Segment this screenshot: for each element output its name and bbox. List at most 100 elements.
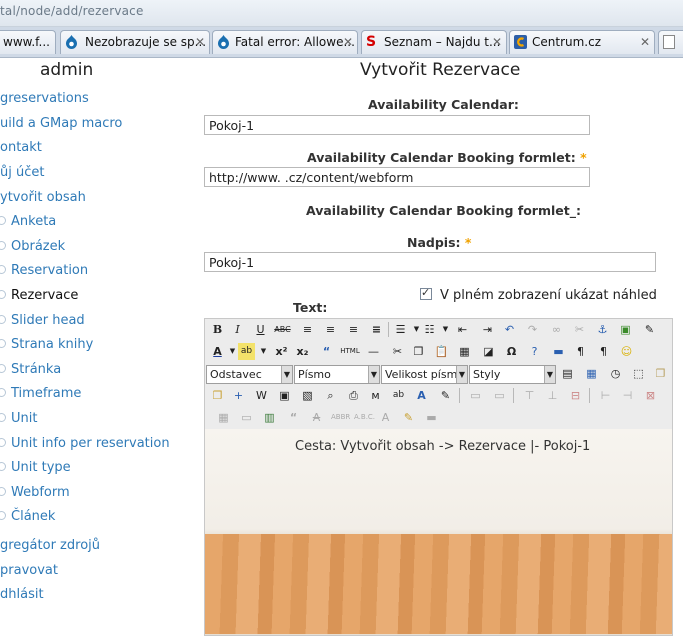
html-icon[interactable]: HTML — [339, 343, 361, 360]
attributes-icon[interactable]: A — [377, 409, 394, 426]
col-before-icon[interactable]: ⊢ — [597, 387, 614, 404]
media-icon[interactable]: ▥ — [261, 409, 278, 426]
numbered-list-icon[interactable]: ☷ — [421, 321, 438, 338]
format-select[interactable]: Odstavec ▼ — [206, 365, 293, 384]
clock-icon[interactable]: ◷ — [607, 365, 624, 382]
paste-text-icon[interactable]: ❐ — [209, 387, 226, 404]
paste-icon[interactable]: 📋 — [433, 343, 450, 360]
layer-icon[interactable]: ▭ — [467, 387, 484, 404]
document-icon[interactable]: ▤ — [559, 365, 576, 382]
address-bar[interactable]: tal/node/add/rezervace — [0, 0, 683, 27]
sidebar-item-odhlasit[interactable]: dhlásit — [0, 587, 44, 602]
align-left-icon[interactable]: ≡ — [299, 321, 316, 338]
availability-calendar-input[interactable]: Pokoj-1 — [204, 115, 590, 135]
redo-icon[interactable]: ↷ — [524, 321, 541, 338]
sidebar-item-muj-ucet[interactable]: ůj účet — [0, 165, 44, 180]
delete-col-icon[interactable]: ⊠ — [642, 387, 659, 404]
sidebar-item-spravovat[interactable]: pravovat — [0, 563, 58, 578]
chevron-down-icon[interactable]: ▼ — [437, 321, 454, 338]
sidebar-item-reservations[interactable]: greservations — [0, 91, 89, 106]
find-icon[interactable]: ᴍ — [367, 387, 384, 404]
new-tab-button[interactable] — [658, 30, 683, 54]
cleanup-icon[interactable]: ✎ — [641, 321, 658, 338]
preview-checkbox[interactable] — [420, 286, 432, 300]
delete-icon[interactable]: A — [308, 409, 325, 426]
close-icon[interactable]: ✕ — [195, 35, 205, 49]
image-manager-icon[interactable]: ▧ — [299, 387, 316, 404]
underline-icon[interactable]: U — [252, 321, 269, 338]
undo-icon[interactable]: ↶ — [501, 321, 518, 338]
layer-move-icon[interactable]: ▭ — [491, 387, 508, 404]
nonbreaking-icon[interactable]: ▬ — [423, 409, 440, 426]
close-icon[interactable]: ✕ — [492, 35, 502, 49]
paste-word-icon[interactable]: W — [253, 387, 270, 404]
tab-2[interactable]: Nezobrazuje se sp... ✕ — [60, 30, 210, 54]
spacer-icon[interactable]: ▬ — [550, 343, 567, 360]
nadpis-input[interactable]: Pokoj-1 — [204, 252, 656, 272]
subscript-icon[interactable]: x₂ — [294, 343, 311, 360]
split-cell-icon[interactable]: ▦ — [215, 409, 232, 426]
col-after-icon[interactable]: ⊣ — [619, 387, 636, 404]
style-select[interactable]: Styly ▼ — [469, 365, 556, 384]
bold-icon[interactable]: B — [209, 321, 226, 338]
row-before-icon[interactable]: ⊤ — [521, 387, 538, 404]
address-url[interactable]: tal/node/add/rezervace — [0, 4, 144, 18]
font-size-select[interactable]: Velikost písma ▼ — [381, 365, 468, 384]
calendar-icon[interactable]: ▦ — [583, 365, 600, 382]
link-icon[interactable]: ∞ — [548, 321, 565, 338]
indent-icon[interactable]: ⇥ — [479, 321, 496, 338]
blockquote-icon[interactable]: “ — [318, 343, 335, 360]
edit-icon[interactable]: ✎ — [437, 387, 454, 404]
style-props-icon[interactable]: A — [413, 387, 430, 404]
eraser-icon[interactable]: ◪ — [480, 343, 497, 360]
font-select[interactable]: Písmo ▼ — [294, 365, 380, 384]
highlight-color-icon[interactable]: ab — [238, 343, 255, 360]
template-icon[interactable]: ❐ — [652, 365, 669, 382]
smiley-icon[interactable]: ☺ — [618, 343, 635, 360]
cut-icon[interactable]: ✂ — [389, 343, 406, 360]
table-icon[interactable]: ▦ — [456, 343, 473, 360]
tab-1[interactable]: www.f... — [0, 30, 56, 54]
sidebar-item-vytvorit-obsah[interactable]: ytvořit obsah — [0, 190, 86, 205]
chevron-down-icon[interactable]: ▼ — [255, 343, 272, 360]
strikethrough-icon[interactable]: ABC — [274, 321, 291, 338]
special-char-icon[interactable]: Ω — [503, 343, 520, 360]
abbr-icon[interactable]: ABBR — [331, 409, 350, 426]
anchor-icon[interactable]: ⚓ — [594, 321, 611, 338]
outdent-icon[interactable]: ⇤ — [454, 321, 471, 338]
help-icon[interactable]: ? — [526, 343, 543, 360]
copy-icon[interactable]: ❐ — [410, 343, 427, 360]
align-right-icon[interactable]: ≡ — [345, 321, 362, 338]
image-icon[interactable]: ▣ — [617, 321, 634, 338]
row-after-icon[interactable]: ⊥ — [544, 387, 561, 404]
italic-icon[interactable]: I — [229, 321, 246, 338]
rtl-icon[interactable]: ¶ — [595, 343, 612, 360]
unlink-icon[interactable]: ✂ — [571, 321, 588, 338]
bullet-list-icon[interactable]: ☰ — [392, 321, 409, 338]
sidebar-item-agregator[interactable]: gregátor zdrojů — [0, 538, 100, 553]
search-icon[interactable]: ⌕ — [322, 387, 339, 404]
tab-3[interactable]: Fatal error: Allowe... ✕ — [212, 30, 358, 54]
acronym-icon[interactable]: A.B.C. — [354, 409, 375, 426]
delete-row-icon[interactable]: ⊟ — [567, 387, 584, 404]
align-center-icon[interactable]: ≡ — [322, 321, 339, 338]
tab-4[interactable]: S Seznam – Najdu t... ✕ — [361, 30, 507, 54]
merge-cell-icon[interactable]: ▭ — [238, 409, 255, 426]
sidebar-item-kontakt[interactable]: ontakt — [0, 140, 42, 155]
fullscreen-icon[interactable]: ⬚ — [630, 365, 647, 382]
replace-icon[interactable]: ab — [390, 387, 407, 404]
cite-icon[interactable]: “ — [285, 409, 302, 426]
close-icon[interactable]: ✕ — [343, 35, 353, 49]
ltr-icon[interactable]: ¶ — [572, 343, 589, 360]
tab-5[interactable]: Centrum.cz ✕ — [509, 30, 655, 54]
close-icon[interactable]: ✕ — [640, 35, 650, 49]
insert-icon[interactable]: + — [230, 387, 247, 404]
sidebar-item-gmap-macro[interactable]: uild a GMap macro — [0, 116, 122, 131]
horizontal-rule-icon[interactable]: — — [365, 343, 382, 360]
print-icon[interactable]: ⎙ — [345, 387, 362, 404]
select-all-icon[interactable]: ▣ — [276, 387, 293, 404]
booking-formlet-input[interactable]: http://www. .cz/content/webform — [204, 167, 590, 187]
align-justify-icon[interactable]: ≡ — [368, 321, 385, 338]
superscript-icon[interactable]: x² — [273, 343, 290, 360]
insert-date-icon[interactable]: ✎ — [400, 409, 417, 426]
